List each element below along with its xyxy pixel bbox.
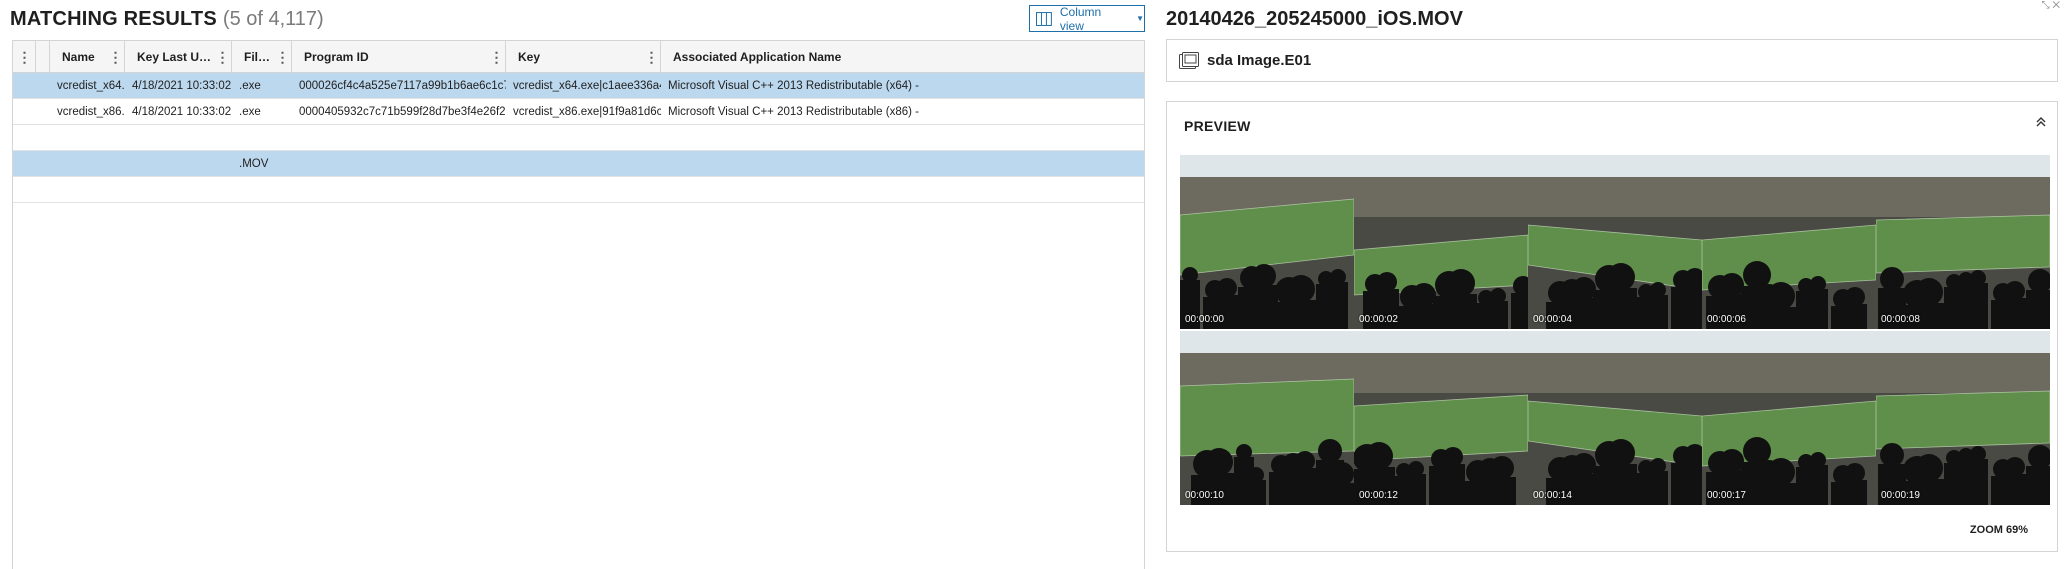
row-menu-header[interactable]: ⋮ bbox=[13, 41, 36, 73]
frame-timestamp: 00:00:04 bbox=[1533, 314, 1572, 325]
video-frame-thumbnail[interactable]: 00:00:12 bbox=[1354, 331, 1528, 505]
cell-associated-application: Microsoft Visual C++ 2013 Redistributabl… bbox=[668, 106, 919, 118]
preview-title: PREVIEW bbox=[1184, 118, 1251, 134]
cell-associated-application bbox=[661, 177, 1144, 203]
cell-file-extension bbox=[232, 177, 292, 203]
cell-key-last-updated bbox=[125, 177, 232, 203]
column-header-label: Name bbox=[62, 50, 95, 64]
video-frame-thumbnail[interactable]: 00:00:14 bbox=[1528, 331, 1702, 505]
cell-associated-application bbox=[661, 151, 1144, 177]
video-frame-thumbnail[interactable]: 00:00:00 bbox=[1180, 155, 1354, 329]
video-frame-thumbnail[interactable]: 00:00:10 bbox=[1180, 331, 1354, 505]
video-frame-thumbnail[interactable]: 00:00:19 bbox=[1876, 331, 2050, 505]
column-header-key-last-updated[interactable]: Key Last Updat... ⋮ bbox=[125, 41, 232, 73]
video-frame-thumbnail[interactable]: 00:00:02 bbox=[1354, 155, 1528, 329]
collapse-icon[interactable] bbox=[2033, 114, 2049, 130]
table-row[interactable]: .MOV bbox=[13, 151, 1144, 177]
cell-program-id: 0000405932c7c71b599f28d7be3f4e26f2c30000… bbox=[299, 106, 506, 118]
frame-timestamp: 00:00:12 bbox=[1359, 490, 1398, 501]
table-row[interactable] bbox=[13, 177, 1144, 203]
frame-timestamp: 00:00:14 bbox=[1533, 490, 1572, 501]
kebab-menu-icon[interactable]: ⋮ bbox=[273, 49, 291, 66]
kebab-menu-icon[interactable]: ⋮ bbox=[106, 49, 124, 66]
cell-name bbox=[50, 151, 125, 177]
cell-key bbox=[506, 125, 661, 151]
video-frame-thumbnail[interactable]: 00:00:06 bbox=[1702, 155, 1876, 329]
cell-file-extension: .exe bbox=[239, 106, 261, 118]
source-label: sda Image.E01 bbox=[1207, 52, 1312, 69]
column-header-label: Associated Application Name bbox=[673, 50, 842, 64]
video-frame-thumbnail[interactable]: 00:00:04 bbox=[1528, 155, 1702, 329]
cell-name bbox=[50, 125, 125, 151]
frame-timestamp: 00:00:17 bbox=[1707, 490, 1746, 501]
thumbnail-grid: 00:00:00 00:00:02 00:00:04 00:00:06 00:0… bbox=[1180, 155, 2052, 505]
cell-key-last-updated bbox=[125, 151, 232, 177]
results-table: ⋮ Name ⋮ Key Last Updat... ⋮ File... ⋮ P… bbox=[12, 40, 1145, 569]
cell-name bbox=[50, 177, 125, 203]
cell-file-extension: .exe bbox=[239, 80, 261, 92]
table-header: ⋮ Name ⋮ Key Last Updat... ⋮ File... ⋮ P… bbox=[13, 41, 1144, 73]
column-header-file-extension[interactable]: File... ⋮ bbox=[232, 41, 292, 73]
frame-timestamp: 00:00:02 bbox=[1359, 314, 1398, 325]
cell-file-extension bbox=[232, 125, 292, 151]
cell-key-last-updated: 4/18/2021 10:33:02 AM bbox=[132, 106, 232, 118]
cell-associated-application: Microsoft Visual C++ 2013 Redistributabl… bbox=[668, 80, 919, 92]
cell-key: vcredist_x64.exe|c1aee336a4675b05 bbox=[513, 80, 661, 92]
column-header-program-id[interactable]: Program ID ⋮ bbox=[292, 41, 506, 73]
preview-panel: PREVIEW 00:00:00 00:00:02 00:00:04 00:00… bbox=[1166, 101, 2058, 552]
cell-program-id bbox=[292, 177, 506, 203]
frame-timestamp: 00:00:00 bbox=[1185, 314, 1224, 325]
resize-icon[interactable]: ⤡ ✕ bbox=[2042, 0, 2060, 11]
cell-program-id: 000026cf4c4a525e7117a99b1b6ae6c1c7aa0000… bbox=[299, 80, 506, 92]
kebab-menu-icon[interactable]: ⋮ bbox=[213, 49, 231, 66]
frame-timestamp: 00:00:10 bbox=[1185, 490, 1224, 501]
zoom-level: ZOOM 69% bbox=[1969, 524, 2028, 536]
disk-image-icon bbox=[1179, 51, 1199, 69]
table-row[interactable] bbox=[13, 125, 1144, 151]
detail-pane: 20140426_205245000_iOS.MOV ⤡ ✕ sda Image… bbox=[1146, 0, 2064, 569]
kebab-menu-icon[interactable]: ⋮ bbox=[642, 49, 660, 66]
table-row[interactable]: vcredist_x64.exe 4/18/2021 10:33:02 AM .ex… bbox=[13, 73, 1144, 99]
frame-timestamp: 00:00:19 bbox=[1881, 490, 1920, 501]
results-title: MATCHING RESULTS bbox=[10, 8, 217, 30]
column-header-label: Program ID bbox=[304, 50, 369, 64]
table-row[interactable]: vcredist_x86.exe 4/18/2021 10:33:02 AM .ex… bbox=[13, 99, 1144, 125]
video-frame-thumbnail[interactable]: 00:00:17 bbox=[1702, 331, 1876, 505]
cell-key: vcredist_x86.exe|91f9a81d6cef9774 bbox=[513, 106, 661, 118]
cell-file-extension: .MOV bbox=[239, 158, 269, 170]
kebab-menu-icon[interactable]: ⋮ bbox=[13, 49, 35, 66]
column-header-label: Key bbox=[518, 50, 541, 64]
frame-timestamp: 00:00:06 bbox=[1707, 314, 1746, 325]
column-header-label: File... bbox=[244, 50, 273, 64]
cell-name: vcredist_x86.exe bbox=[57, 106, 125, 118]
column-view-label: Column view bbox=[1059, 4, 1102, 33]
chevron-down-icon: ▼ bbox=[1136, 14, 1144, 23]
cell-key bbox=[506, 151, 661, 177]
results-count: (5 of 4,117) bbox=[222, 8, 324, 30]
cell-program-id bbox=[292, 125, 506, 151]
column-view-button[interactable]: Column view ▼ bbox=[1029, 4, 1145, 33]
video-frame-thumbnail[interactable]: 00:00:08 bbox=[1876, 155, 2050, 329]
select-column-header[interactable] bbox=[36, 41, 50, 73]
frame-timestamp: 00:00:08 bbox=[1881, 314, 1920, 325]
columns-icon bbox=[1036, 11, 1052, 26]
results-header: MATCHING RESULTS (5 of 4,117) bbox=[10, 8, 324, 34]
column-header-label: Key Last Updat... bbox=[137, 50, 213, 64]
column-header-key[interactable]: Key ⋮ bbox=[506, 41, 661, 73]
cell-key-last-updated bbox=[125, 125, 232, 151]
evidence-source[interactable]: sda Image.E01 bbox=[1166, 39, 2058, 82]
cell-key-last-updated: 4/18/2021 10:33:02 AM bbox=[132, 80, 232, 92]
cell-name: vcredist_x64.exe bbox=[57, 80, 125, 92]
cell-program-id bbox=[292, 151, 506, 177]
cell-key bbox=[506, 177, 661, 203]
column-header-associated-application[interactable]: Associated Application Name bbox=[661, 41, 1144, 73]
kebab-menu-icon[interactable]: ⋮ bbox=[487, 49, 505, 66]
file-title: 20140426_205245000_iOS.MOV bbox=[1166, 8, 1463, 30]
cell-associated-application bbox=[661, 125, 1144, 151]
column-header-name[interactable]: Name ⋮ bbox=[50, 41, 125, 73]
results-pane: MATCHING RESULTS (5 of 4,117) Column vie… bbox=[0, 0, 1146, 569]
